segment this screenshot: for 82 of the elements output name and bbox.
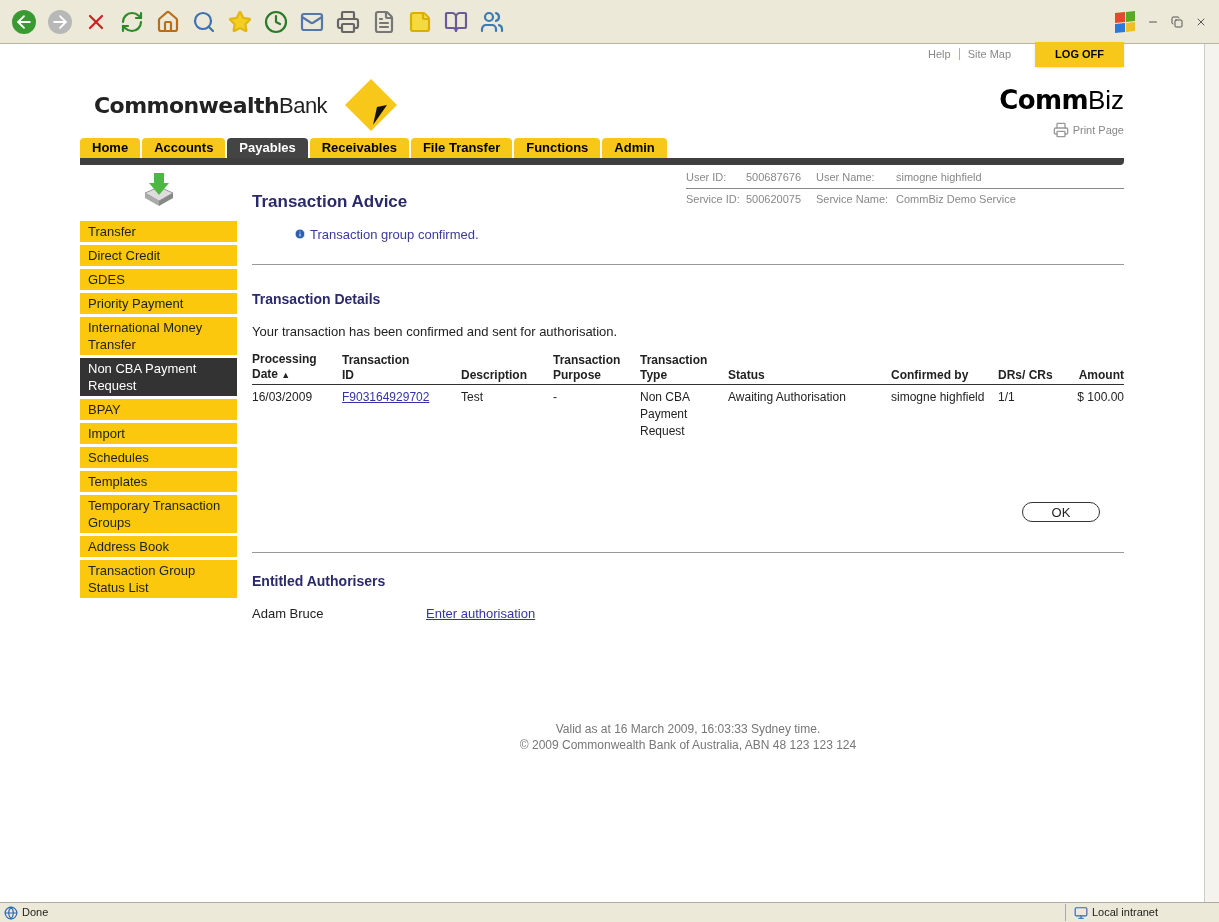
print-icon[interactable] — [336, 9, 360, 34]
table-cell-text: - — [553, 388, 558, 406]
sidebar-item[interactable]: Schedules — [80, 447, 237, 468]
column-header[interactable]: Processing Date ▲ — [252, 351, 332, 383]
section-heading: Transaction Details — [252, 290, 382, 309]
table-cell-text: simogne highfield — [891, 388, 986, 406]
info-label: User ID: — [686, 170, 728, 185]
ok-button[interactable]: OK — [1022, 501, 1100, 522]
table-cell-text: Awaiting Authorisation — [728, 388, 847, 406]
nav-tab[interactable]: Home — [80, 138, 141, 158]
info-icon — [294, 228, 306, 241]
info-value: 500620075 — [746, 191, 803, 207]
section-heading: Entitled Authorisers — [252, 571, 387, 591]
info-value: simogne highfield — [896, 170, 983, 185]
forward-icon[interactable] — [48, 9, 72, 34]
book-icon[interactable] — [444, 9, 468, 34]
sidebar-item[interactable]: BPAY — [80, 399, 237, 420]
back-icon[interactable] — [12, 9, 36, 34]
users-icon[interactable] — [480, 9, 504, 34]
zone-text: Local intranet — [1092, 905, 1159, 921]
info-label: Service Name: — [816, 191, 890, 207]
nav-tab[interactable]: Payables — [227, 138, 308, 158]
column-header: Transaction ID — [342, 352, 411, 383]
home-icon[interactable] — [156, 9, 180, 34]
footer-text: © 2009 Commonwealth Bank of Australia, ABN 48 123 123 124 — [519, 737, 857, 753]
bank-logo: CommonwealthBank — [94, 72, 400, 138]
sidebar-item[interactable]: Non CBA Payment Request — [80, 358, 237, 396]
search-icon[interactable] — [192, 9, 216, 34]
nav-tab[interactable]: File Transfer — [410, 138, 513, 158]
windows-flag-icon — [1115, 10, 1135, 33]
transaction-id-link[interactable]: F903164929702 — [342, 388, 430, 406]
nav-tab[interactable]: Receivables — [309, 138, 409, 158]
table-cell-text: 1/1 — [998, 388, 1016, 406]
table-cell-text: $ 100.00 — [1076, 388, 1124, 406]
nav-tab[interactable]: Admin — [602, 138, 667, 158]
enter-authorisation-link[interactable]: Enter authorisation — [426, 603, 536, 623]
info-label: User Name: — [816, 170, 876, 185]
column-header: Description — [461, 367, 528, 383]
sidebar-item[interactable]: Direct Credit — [80, 245, 237, 266]
sidebar-item[interactable]: International Money Transfer — [80, 317, 237, 355]
column-header: Transaction Type — [640, 352, 709, 383]
column-header: Confirmed by — [891, 367, 970, 383]
nav-tab[interactable]: Accounts — [142, 138, 226, 158]
table-cell-text: Test — [461, 388, 484, 406]
page-icon — [4, 905, 18, 920]
info-value: 500687676 — [746, 170, 803, 185]
footer-text: Valid as at 16 March 2009, 16:03:33 Sydney time. — [555, 721, 821, 737]
authoriser-name: Adam Bruce — [252, 604, 325, 623]
history-icon[interactable] — [264, 9, 288, 34]
intranet-icon — [1074, 905, 1088, 920]
info-label: Service ID: — [686, 191, 741, 207]
product-logo: CommBiz — [999, 83, 1124, 117]
status-text: Done — [22, 905, 49, 921]
nav-tab[interactable]: Functions — [514, 138, 601, 158]
print-page-link[interactable]: Print Page — [1052, 121, 1124, 138]
table-cell-text: Non CBA Payment Request — [640, 388, 691, 440]
sidebar-item[interactable]: Import — [80, 423, 237, 444]
refresh-icon[interactable] — [120, 9, 144, 34]
column-header: Amount — [1078, 367, 1124, 383]
help-link[interactable]: Help — [928, 46, 951, 63]
info-value: CommBiz Demo Service — [896, 191, 1017, 207]
print-icon — [1052, 121, 1069, 138]
log-off-button[interactable]: LOG OFF — [1035, 42, 1124, 67]
column-header: Status — [728, 367, 766, 383]
page-title: Transaction Advice — [252, 191, 408, 213]
star-icon[interactable] — [228, 9, 252, 34]
sidebar-item[interactable]: GDES — [80, 269, 237, 290]
sidebar-item[interactable]: Temporary Transaction Groups — [80, 495, 237, 533]
sidebar-item[interactable]: Priority Payment — [80, 293, 237, 314]
scrollbar[interactable] — [1204, 44, 1219, 902]
column-header: DRs/ CRs — [998, 367, 1054, 383]
confirmation-message: Transaction group confirmed. — [310, 225, 479, 244]
sidebar-item[interactable]: Address Book — [80, 536, 237, 557]
edit-icon[interactable] — [372, 9, 396, 34]
restore-icon[interactable] — [1171, 15, 1183, 28]
sidebar-item[interactable]: Transfer — [80, 221, 237, 242]
confirmation-text: Your transaction has been confirmed and sent for authorisation. — [252, 323, 619, 341]
site-map-link[interactable]: Site Map — [967, 46, 1012, 63]
sidebar-item[interactable]: Transaction Group Status List — [80, 560, 237, 598]
column-header: Transaction Purpose — [553, 352, 622, 383]
sidebar-item[interactable]: Templates — [80, 471, 237, 492]
table-cell-text: 16/03/2009 — [252, 388, 314, 406]
